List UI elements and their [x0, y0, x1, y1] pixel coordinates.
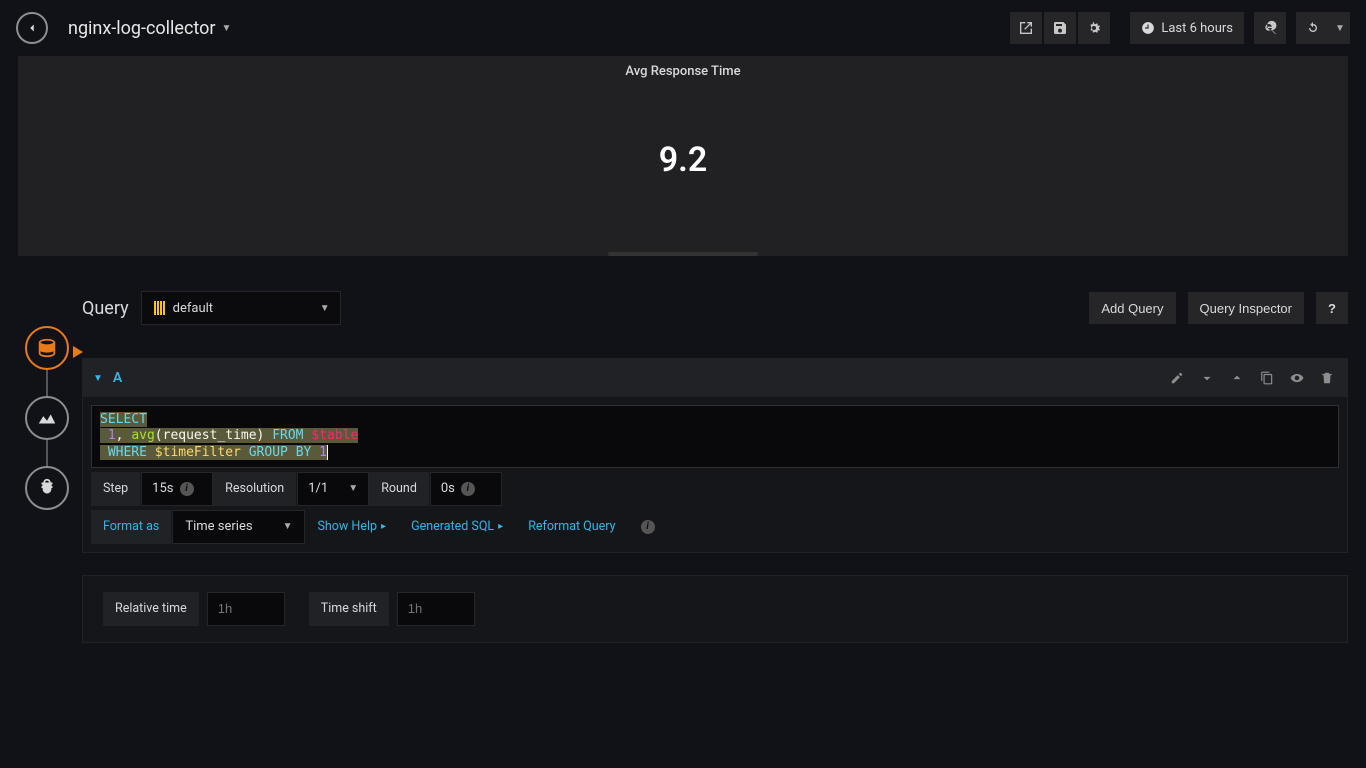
resolution-label: Resolution: [213, 472, 297, 506]
query-help-button[interactable]: ?: [1316, 292, 1348, 324]
settings-button[interactable]: [1078, 12, 1110, 44]
time-range-label: Last 6 hours: [1161, 21, 1233, 36]
zoom-out-button[interactable]: [1254, 12, 1286, 44]
clock-icon: [1141, 21, 1155, 35]
toggle-visibility-button[interactable]: [1287, 368, 1307, 388]
query-letter: A: [113, 370, 122, 386]
query-editor-header: Query default ▼ Add Query Query Inspecto…: [82, 286, 1348, 330]
arrow-left-icon: [25, 21, 39, 35]
top-bar: nginx-log-collector ▼ Last 6 hours ▼: [0, 0, 1366, 56]
caret-down-icon: ▼: [320, 303, 330, 314]
info-icon: i: [641, 520, 655, 534]
caret-down-icon: ▼: [283, 521, 293, 532]
format-as-select[interactable]: Time series ▼: [172, 510, 305, 544]
tab-visualization[interactable]: [25, 396, 69, 440]
arrow-down-icon: [1200, 371, 1214, 385]
move-up-button[interactable]: [1227, 368, 1247, 388]
datasource-name: default: [173, 301, 213, 316]
duplicate-query-button[interactable]: [1257, 368, 1277, 388]
move-down-button[interactable]: [1197, 368, 1217, 388]
query-links-row: Format as Time series ▼ Show Help▸ Gener…: [91, 510, 1339, 544]
query-options-row: Step 15s i Resolution 1/1 ▼ Round 0s i: [91, 472, 1339, 506]
query-info-button[interactable]: i: [629, 510, 668, 544]
round-input[interactable]: 0s i: [430, 472, 502, 506]
query-section-title: Query: [82, 298, 129, 319]
dashboard-title: nginx-log-collector: [68, 18, 215, 39]
sql-editor[interactable]: SELECT 1, avg(request_time) FROM $table …: [91, 405, 1339, 468]
round-label: Round: [369, 472, 430, 506]
query-inspector-button[interactable]: Query Inspector: [1188, 292, 1305, 324]
refresh-button[interactable]: [1296, 12, 1330, 44]
bug-gear-icon: [36, 477, 58, 499]
share-icon: [1018, 20, 1034, 36]
format-as-label: Format as: [91, 510, 172, 544]
gear-icon: [1086, 20, 1102, 36]
relative-time-label: Relative time: [103, 592, 199, 626]
resolution-select[interactable]: 1/1 ▼: [297, 472, 369, 506]
eye-icon: [1290, 371, 1304, 385]
info-icon[interactable]: i: [461, 482, 475, 496]
tab-queries[interactable]: [25, 326, 69, 370]
dashboard-title-dropdown[interactable]: nginx-log-collector ▼: [68, 18, 231, 39]
time-shift-label: Time shift: [309, 592, 389, 626]
editor-tab-rail: [18, 326, 76, 510]
reformat-query-link[interactable]: Reformat Query: [516, 510, 628, 544]
panel-title: Avg Response Time: [18, 56, 1348, 79]
panel-value: 9.2: [659, 140, 708, 180]
singlestat-panel: Avg Response Time 9.2: [18, 56, 1348, 256]
step-label: Step: [91, 472, 141, 506]
pencil-icon: [1170, 371, 1184, 385]
save-icon: [1052, 20, 1068, 36]
caret-down-icon: ▼: [221, 23, 231, 34]
arrow-up-icon: [1230, 371, 1244, 385]
show-help-link[interactable]: Show Help▸: [305, 510, 399, 544]
copy-icon: [1260, 371, 1274, 385]
tab-general[interactable]: [25, 466, 69, 510]
query-a-block: ▼ A SELECT 1, avg(request_time) FROM $ta…: [82, 358, 1348, 553]
save-button[interactable]: [1044, 12, 1076, 44]
datasource-picker[interactable]: default ▼: [141, 291, 341, 325]
back-button[interactable]: [16, 12, 48, 44]
time-range-picker[interactable]: Last 6 hours: [1130, 12, 1244, 44]
query-a-header: ▼ A: [83, 359, 1347, 397]
time-shift-input[interactable]: [397, 592, 475, 626]
generated-sql-link[interactable]: Generated SQL▸: [399, 510, 516, 544]
edit-query-button[interactable]: [1167, 368, 1187, 388]
info-icon[interactable]: i: [180, 482, 194, 496]
database-icon: [36, 337, 58, 359]
step-input[interactable]: 15s i: [141, 472, 213, 506]
time-override-block: Relative time Time shift: [82, 575, 1348, 643]
datasource-icon: [154, 301, 165, 315]
chart-area-icon: [36, 407, 58, 429]
refresh-icon: [1305, 20, 1321, 36]
toolbar-group: [1010, 12, 1110, 44]
panel-resize-handle[interactable]: [608, 252, 758, 256]
add-query-button[interactable]: Add Query: [1089, 292, 1175, 324]
caret-down-icon: ▼: [348, 483, 358, 494]
zoom-out-icon: [1262, 20, 1278, 36]
trash-icon: [1320, 371, 1334, 385]
delete-query-button[interactable]: [1317, 368, 1337, 388]
share-button[interactable]: [1010, 12, 1042, 44]
query-editor-section: Query default ▼ Add Query Query Inspecto…: [82, 286, 1348, 643]
refresh-interval-dropdown[interactable]: ▼: [1330, 12, 1350, 44]
collapse-toggle[interactable]: ▼: [93, 373, 103, 384]
relative-time-input[interactable]: [207, 592, 285, 626]
